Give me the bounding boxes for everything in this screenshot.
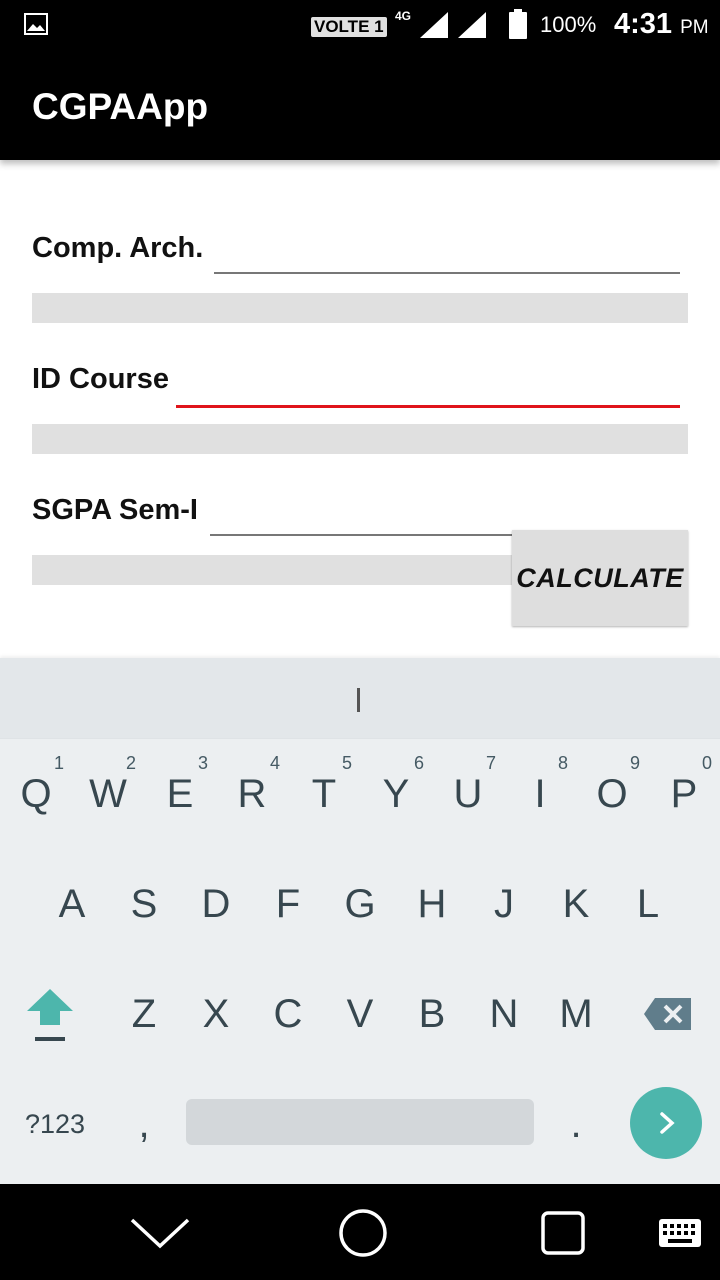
key-s[interactable]: S: [108, 849, 180, 959]
battery-icon: [509, 9, 527, 39]
key-label: R: [237, 771, 267, 816]
recents-square-icon[interactable]: [540, 1210, 586, 1256]
gallery-notification-icon: [24, 13, 48, 35]
chevron-right-icon: [660, 1112, 675, 1134]
key-w[interactable]: W2: [72, 739, 144, 849]
status-bar: VOLTE 1 4G 100% 4:31 PM: [0, 0, 720, 50]
key-hint: 8: [557, 753, 568, 773]
space-bar[interactable]: [186, 1099, 534, 1145]
clock-time: 4:31: [614, 8, 673, 40]
sgpa-sem-i-input[interactable]: [210, 530, 512, 536]
key-b[interactable]: B: [396, 959, 468, 1069]
key-label: P: [670, 771, 698, 816]
period-key[interactable]: .: [540, 1069, 612, 1179]
key-d[interactable]: D: [180, 849, 252, 959]
keyboard-switch-icon[interactable]: [658, 1218, 702, 1248]
home-circle-icon[interactable]: [338, 1208, 388, 1258]
back-chevron-down-icon[interactable]: [128, 1214, 192, 1250]
key-z[interactable]: Z: [108, 959, 180, 1069]
clock: 4:31 PM: [614, 8, 709, 41]
key-h[interactable]: H: [396, 849, 468, 959]
comma-key[interactable]: ,: [108, 1069, 180, 1179]
enter-key[interactable]: [630, 1087, 702, 1159]
key-a[interactable]: A: [36, 849, 108, 959]
key-hint: 7: [485, 753, 496, 773]
key-hint: 9: [629, 753, 640, 773]
key-t[interactable]: T5: [288, 739, 360, 849]
comp-arch-label: Comp. Arch.: [32, 232, 204, 264]
key-label: Q: [20, 771, 52, 816]
key-k[interactable]: K: [540, 849, 612, 959]
key-hint: 4: [269, 753, 280, 773]
key-label: I: [534, 771, 546, 816]
suggestion-divider: [357, 688, 360, 712]
clock-ampm: PM: [680, 17, 709, 38]
key-v[interactable]: V: [324, 959, 396, 1069]
key-x[interactable]: X: [180, 959, 252, 1069]
key-label: W: [89, 771, 127, 816]
sgpa-result-band: [32, 555, 512, 585]
key-hint: 0: [701, 753, 712, 773]
key-hint: 2: [125, 753, 136, 773]
calculate-button[interactable]: CALCULATE: [512, 530, 688, 626]
app-title: CGPAApp: [32, 86, 209, 127]
key-hint: 3: [197, 753, 208, 773]
battery-percent: 100%: [540, 12, 597, 37]
key-label: O: [596, 771, 628, 816]
backspace-icon: [644, 998, 691, 1030]
key-hint: 5: [341, 753, 352, 773]
key-r[interactable]: R4: [216, 739, 288, 849]
comp-arch-input[interactable]: [214, 268, 680, 274]
volte-indicator: VOLTE 1: [311, 17, 387, 37]
key-q[interactable]: Q1: [0, 739, 72, 849]
app-bar: CGPAApp: [0, 50, 720, 160]
id-course-input[interactable]: [176, 401, 680, 408]
navigation-bar: [0, 1184, 720, 1280]
shift-key[interactable]: [14, 959, 86, 1069]
key-u[interactable]: U7: [432, 739, 504, 849]
key-l[interactable]: L: [612, 849, 684, 959]
key-y[interactable]: Y6: [360, 739, 432, 849]
keyboard: Q1 W2 E3 R4 T5 Y6 U7 I8 O9 P0 A S D F G …: [0, 738, 720, 1185]
key-f[interactable]: F: [252, 849, 324, 959]
key-i[interactable]: I8: [504, 739, 576, 849]
key-c[interactable]: C: [252, 959, 324, 1069]
key-hint: 1: [53, 753, 64, 773]
signal-icon: [420, 12, 448, 38]
key-label: E: [166, 771, 194, 816]
signal-icon: [458, 12, 486, 38]
key-label: Y: [382, 771, 410, 816]
comp-arch-result-band: [32, 293, 688, 323]
key-label: T: [311, 771, 337, 816]
key-label: U: [453, 771, 483, 816]
key-g[interactable]: G: [324, 849, 396, 959]
key-hint: 6: [413, 753, 424, 773]
network-type: 4G: [395, 9, 412, 23]
sgpa-sem-i-label: SGPA Sem-I: [32, 494, 198, 526]
keyboard-suggestion-strip: [0, 658, 720, 738]
shift-arrow-icon: [27, 989, 73, 1041]
symbols-key[interactable]: ?123: [14, 1069, 96, 1179]
key-n[interactable]: N: [468, 959, 540, 1069]
key-p[interactable]: P0: [648, 739, 720, 849]
id-course-label: ID Course: [32, 363, 169, 395]
key-j[interactable]: J: [468, 849, 540, 959]
key-m[interactable]: M: [540, 959, 612, 1069]
key-o[interactable]: O9: [576, 739, 648, 849]
key-e[interactable]: E3: [144, 739, 216, 849]
id-course-result-band: [32, 424, 688, 454]
backspace-key[interactable]: [632, 959, 704, 1069]
